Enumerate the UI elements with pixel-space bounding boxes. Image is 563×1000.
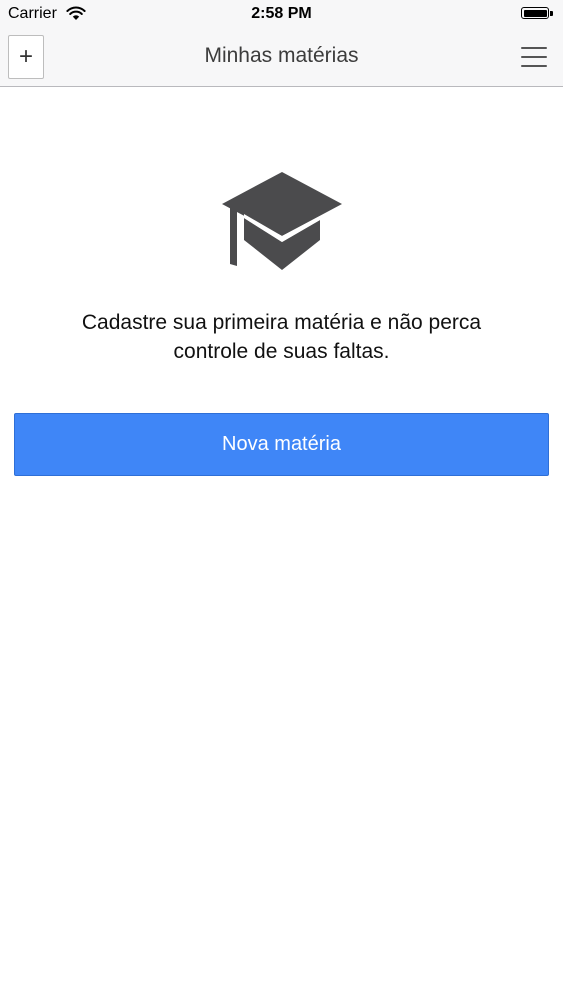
message-line-2: controle de suas faltas. xyxy=(173,340,390,363)
hamburger-menu-icon[interactable] xyxy=(519,45,549,69)
empty-state-message: Cadastre sua primeira matéria e não perc… xyxy=(20,308,543,366)
message-line-1: Cadastre sua primeira matéria e não perc… xyxy=(81,311,482,334)
battery-icon xyxy=(521,7,549,19)
new-subject-button[interactable]: Nova matéria xyxy=(14,413,549,476)
page-title: Minhas matérias xyxy=(204,44,359,67)
battery-tip xyxy=(550,11,553,16)
status-time: 2:58 PM xyxy=(251,5,312,22)
status-bar: Carrier 2:58 PM xyxy=(0,0,563,30)
navigation-bar: + Minhas matérias xyxy=(0,30,563,87)
graduation-cap-icon xyxy=(222,172,342,270)
